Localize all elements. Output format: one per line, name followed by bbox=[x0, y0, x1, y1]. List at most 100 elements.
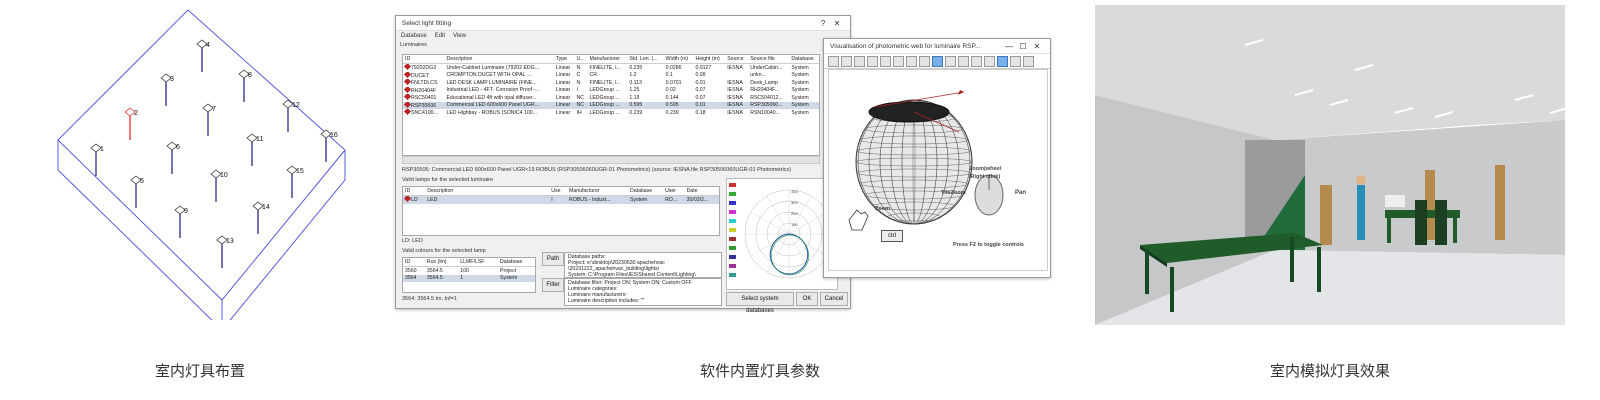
save-icon[interactable] bbox=[854, 55, 865, 67]
person-figure bbox=[1357, 185, 1365, 240]
col-type[interactable]: Type bbox=[553, 55, 575, 64]
col-source[interactable]: Source bbox=[725, 55, 749, 64]
copy-icon[interactable] bbox=[841, 55, 852, 67]
col-width[interactable]: Width (m) bbox=[663, 55, 694, 64]
hand-cursor-icon bbox=[848, 209, 869, 231]
print-icon[interactable] bbox=[828, 55, 839, 67]
colour-col-llmf[interactable]: LLMF/LSF bbox=[458, 258, 499, 267]
colour-col-flux[interactable]: Rux (lm) bbox=[424, 258, 459, 267]
lamp-col-date[interactable]: Date bbox=[684, 187, 719, 196]
luminaire-row[interactable]: FNLTDLCS LED DESK LAMP LUMINAIRE (FINE...… bbox=[403, 79, 819, 87]
luminaire-row[interactable]: DUCET CROMPTON DUCET WITH OPAL ... Linear C… bbox=[403, 71, 819, 80]
colour-row[interactable]: 3564 3564.5 1 System bbox=[403, 274, 535, 282]
luminaire-cell: 0.235 bbox=[629, 64, 643, 71]
photometric-web-render bbox=[848, 90, 1004, 231]
lamp-col-user[interactable]: User bbox=[663, 187, 685, 196]
polar-legend-swatch bbox=[729, 264, 736, 268]
fixture-number: 14 bbox=[262, 204, 270, 211]
select-system-databases-button[interactable]: Select system databases bbox=[726, 292, 794, 314]
pan-label: Pan bbox=[1015, 190, 1027, 196]
colour-row[interactable]: 3560 3564.5 100 Project bbox=[403, 267, 535, 275]
luminaire-cell: RSC50401 bbox=[403, 94, 444, 102]
chair bbox=[1435, 200, 1447, 245]
database-filter-box: Database filter: Project ON; System ON; … bbox=[564, 278, 722, 306]
luminaire-cell: Linear bbox=[555, 64, 571, 71]
web-canvas[interactable]: Zoom(wheel /Right click) Pan Tilt/Zoom Z… bbox=[828, 69, 1048, 271]
caption-simulation: 室内模拟灯具效果 bbox=[1269, 362, 1390, 380]
colours-header-row: ID Rux (lm) LLMF/LSF Database bbox=[403, 258, 535, 267]
luminaire-cell: System bbox=[791, 87, 809, 94]
camera-icon[interactable] bbox=[867, 55, 878, 67]
flag-icon[interactable] bbox=[1023, 55, 1034, 67]
lamps-header-row: ID Description Use Manufacturer Database… bbox=[403, 187, 719, 196]
caption-parameters: 软件内置灯具参数 bbox=[699, 362, 820, 380]
luminaires-scrollbar[interactable] bbox=[402, 156, 820, 164]
ok-button[interactable]: OK bbox=[796, 292, 818, 306]
photometric-web-window: Visualisation of photometric web for lum… bbox=[823, 38, 1051, 278]
axes-icon[interactable] bbox=[997, 55, 1008, 67]
lamp-col-database[interactable]: Database bbox=[627, 187, 664, 196]
menu-view[interactable]: View bbox=[453, 33, 466, 39]
rotate-right-icon[interactable] bbox=[906, 55, 917, 67]
col-source-file[interactable]: Source file bbox=[748, 55, 790, 64]
luminaire-row[interactable]: RSP30506 Commercial LED 600x600 Panel UGR… bbox=[403, 101, 819, 109]
maximize-button[interactable]: ☐ bbox=[1016, 42, 1030, 51]
fixture-number: 9 bbox=[184, 208, 188, 215]
luminaire-cell: 0.07 bbox=[695, 87, 706, 94]
filter-button[interactable]: Filter bbox=[542, 278, 564, 292]
minimize-button[interactable]: — bbox=[1002, 42, 1016, 51]
close-button[interactable]: ✕ bbox=[830, 19, 844, 28]
luminaire-cell: 0.01 bbox=[693, 101, 726, 109]
col-height[interactable]: Height (m) bbox=[693, 55, 726, 64]
colour-col-database[interactable]: Database bbox=[498, 258, 535, 267]
luminaire-row[interactable]: RH20404F Industrial LED - 4FT- Corrosion … bbox=[403, 86, 819, 95]
luminaire-cell: N bbox=[576, 64, 581, 71]
view-top-icon[interactable] bbox=[919, 55, 930, 67]
col-manufacturer[interactable]: Manufacturer bbox=[587, 55, 628, 64]
luminaire-cell: RH20404F bbox=[403, 86, 444, 95]
lamp-col-description[interactable]: Description bbox=[425, 187, 550, 196]
lamp-icon bbox=[403, 195, 412, 203]
lamp-col-manufacturer[interactable]: Manufacturer bbox=[567, 187, 628, 196]
col-std-len[interactable]: Std. Len. (... bbox=[627, 55, 664, 64]
lamp-col-use[interactable]: Use bbox=[549, 187, 567, 196]
paint-icon[interactable] bbox=[880, 55, 891, 67]
view-iso-icon[interactable] bbox=[958, 55, 969, 67]
luminaire-cell: RH20404F... bbox=[750, 87, 780, 94]
bulb-icon[interactable] bbox=[971, 55, 982, 67]
luminaires-header-row: ID Description Type U.. Manufacturer Std… bbox=[403, 55, 819, 64]
luminaire-cell: IH bbox=[576, 109, 582, 116]
luminaire-row[interactable]: 79202DG3 Under-Cabinet Luminaire (79202 E… bbox=[403, 63, 819, 72]
lamp-row[interactable]: LD LED I ROBUS - Indust... System RO... … bbox=[403, 195, 719, 204]
luminaire-row[interactable]: RSC50401 Educational LED 4ft with opal di… bbox=[403, 94, 819, 102]
cancel-button[interactable]: Cancel bbox=[820, 292, 848, 306]
labels-icon[interactable] bbox=[1010, 55, 1021, 67]
col-database[interactable]: Database bbox=[789, 55, 819, 64]
colour-flux: 3564.5 bbox=[424, 274, 459, 282]
col-u[interactable]: U.. bbox=[574, 55, 588, 64]
luminaire-cell: I bbox=[576, 87, 578, 94]
rotate-left-icon[interactable] bbox=[893, 55, 904, 67]
luminaires-table[interactable]: ID Description Type U.. Manufacturer Std… bbox=[402, 54, 820, 156]
luminaire-cell: Linear bbox=[555, 87, 571, 94]
room-side-edge bbox=[57, 140, 346, 331]
colours-table[interactable]: ID Rux (lm) LLMF/LSF Database 3560 3564.… bbox=[402, 257, 536, 293]
view-front-icon[interactable] bbox=[932, 55, 943, 67]
lamps-table[interactable]: ID Description Use Manufacturer Database… bbox=[402, 186, 720, 236]
lamp-col-id[interactable]: ID bbox=[403, 187, 426, 196]
web-close-button[interactable]: ✕ bbox=[1030, 42, 1044, 51]
menu-database[interactable]: Database bbox=[401, 33, 427, 39]
col-id[interactable]: ID bbox=[403, 55, 445, 64]
view-side-icon[interactable] bbox=[945, 55, 956, 67]
filter-line: Luminaire description includes: "" bbox=[568, 298, 645, 304]
menu-edit[interactable]: Edit bbox=[435, 33, 445, 39]
col-description[interactable]: Description bbox=[444, 55, 554, 64]
database-paths-box: Database paths: Project: e:\desktop\2023… bbox=[564, 252, 722, 278]
luminaire-cell: LED Highbay - ROBUS (SONIC4 100... bbox=[446, 109, 537, 116]
luminaire-row[interactable]: SNC4100... LED Highbay - ROBUS (SONIC4 10… bbox=[403, 109, 819, 117]
path-button[interactable]: Path bbox=[542, 252, 564, 266]
colour-col-id[interactable]: ID bbox=[403, 258, 425, 267]
help-button[interactable]: ? bbox=[816, 19, 830, 28]
grid-icon[interactable] bbox=[984, 55, 995, 67]
chair bbox=[1415, 200, 1427, 245]
